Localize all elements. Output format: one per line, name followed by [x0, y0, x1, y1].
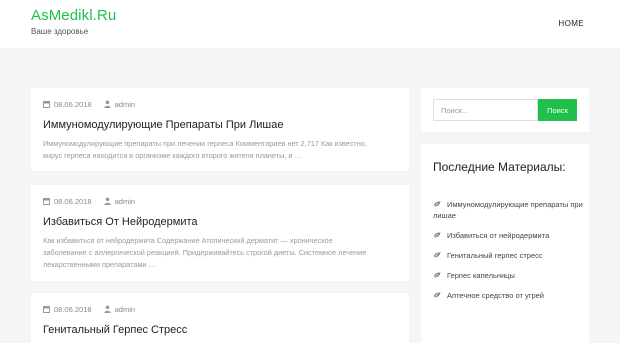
post-meta: 08.06.2018 admin [43, 197, 135, 206]
leaf-icon [433, 272, 441, 278]
search-widget: Поиск [421, 88, 589, 132]
search-input[interactable] [433, 99, 538, 121]
post-card: 08.06.2018 admin Избавиться От Нейродерм… [31, 185, 409, 281]
calendar-icon [43, 198, 50, 205]
calendar-icon [43, 101, 50, 108]
recent-posts-list: Иммуномодулирующие препараты при лишае И… [433, 199, 583, 310]
leaf-icon [433, 292, 441, 298]
post-author[interactable]: admin [115, 197, 135, 206]
recent-post-item[interactable]: Иммуномодулирующие препараты при лишае [433, 199, 583, 221]
post-meta: 08.06.2018 admin [43, 305, 135, 314]
post-card: 08.06.2018 admin Генитальный Герпес Стре… [31, 293, 409, 343]
post-date[interactable]: 08.06.2018 [54, 305, 92, 314]
post-meta: 08.06.2018 admin [43, 100, 135, 109]
user-icon [103, 100, 111, 108]
recent-post-item[interactable]: Избавиться от нейродермита [433, 230, 583, 241]
recent-post-item[interactable]: Герпес капельницы [433, 270, 583, 281]
recent-posts-heading: Последние Материалы: [433, 160, 566, 174]
recent-post-item[interactable]: Аптечное средство от угрей [433, 290, 583, 301]
recent-post-item[interactable]: Генитальный герпес стресс [433, 250, 583, 261]
post-date[interactable]: 08.06.2018 [54, 197, 92, 206]
recent-post-link[interactable]: Избавиться от нейродермита [447, 231, 549, 240]
post-excerpt: Иммуномодулирующие препараты при лечении… [43, 139, 367, 160]
recent-post-link[interactable]: Герпес капельницы [447, 271, 515, 280]
post-title[interactable]: Избавиться От Нейродермита [43, 216, 198, 228]
leaf-icon [433, 232, 441, 238]
site-logo-text[interactable]: AsMedikl.Ru [31, 7, 116, 24]
recent-post-link[interactable]: Генитальный герпес стресс [447, 251, 543, 260]
search-button[interactable]: Поиск [538, 99, 577, 121]
recent-posts-widget: Последние Материалы: Иммуномодулирующие … [421, 144, 589, 343]
post-title[interactable]: Иммуномодулирующие Препараты При Лишае [43, 119, 284, 131]
site-tagline: Ваше здоровье [31, 27, 89, 36]
post-author[interactable]: admin [115, 305, 135, 314]
recent-post-link[interactable]: Аптечное средство от угрей [447, 291, 544, 300]
user-icon [103, 305, 111, 313]
calendar-icon [43, 306, 50, 313]
user-icon [103, 197, 111, 205]
post-title[interactable]: Генитальный Герпес Стресс [43, 324, 187, 336]
recent-post-link[interactable]: Иммуномодулирующие препараты при лишае [433, 200, 583, 220]
leaf-icon [433, 252, 441, 258]
nav-home-link[interactable]: HOME [558, 19, 584, 28]
post-card: 08.06.2018 admin Иммуномодулирующие Преп… [31, 88, 409, 171]
post-author[interactable]: admin [115, 100, 135, 109]
site-header: AsMedikl.Ru Ваше здоровье HOME [0, 0, 620, 48]
post-date[interactable]: 08.06.2018 [54, 100, 92, 109]
post-excerpt: Как избавиться от нейродермита Содержани… [43, 236, 367, 269]
leaf-icon [433, 201, 441, 207]
